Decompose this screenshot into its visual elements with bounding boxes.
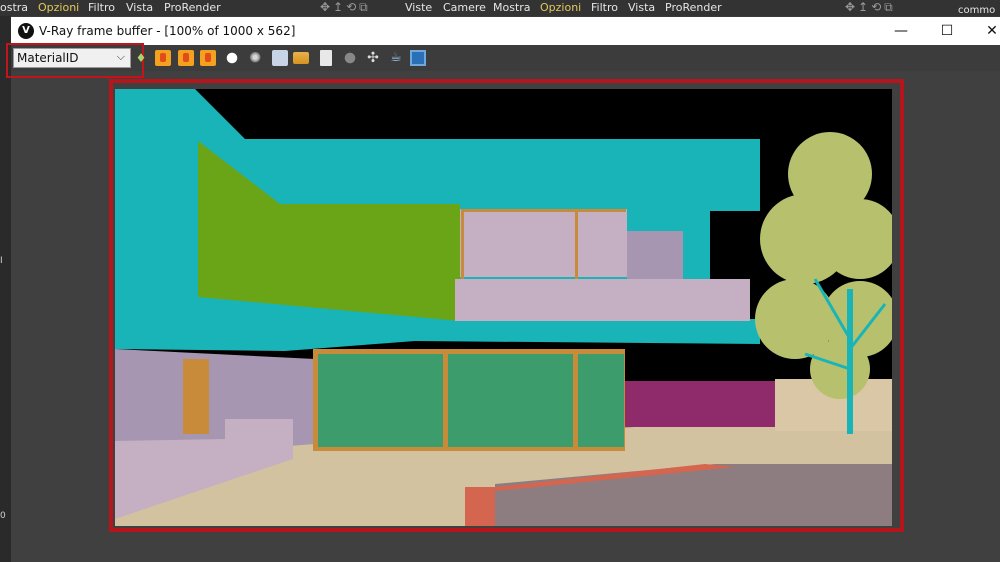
host-menubar: ostra Opzioni Filtro Vista ProRender ✥↥⟲…	[0, 0, 1000, 16]
viewport-nav-icons[interactable]: ✥↥⟲⧉	[320, 0, 371, 15]
render-channel-select[interactable]: MaterialID ⌵	[6, 43, 144, 78]
host-menu-item[interactable]: Opzioni	[540, 1, 581, 14]
host-left-panel: I 0	[0, 16, 11, 562]
host-menu-item[interactable]: Viste	[405, 1, 432, 14]
highlight-box-select	[6, 43, 144, 78]
materialid-render	[115, 89, 892, 526]
vray-logo-icon: V	[18, 23, 34, 39]
host-menu-item[interactable]: ProRender	[665, 1, 722, 14]
upper-frame	[461, 209, 626, 212]
upper-box-base	[455, 279, 750, 321]
glass-pane	[448, 354, 573, 447]
mono-icon[interactable]	[248, 50, 264, 66]
glass-pane	[578, 354, 624, 447]
display-icon[interactable]	[410, 50, 426, 66]
pan-icon[interactable]: ✣	[365, 50, 381, 66]
host-menu-item[interactable]: Vista	[126, 1, 153, 14]
host-menu-item[interactable]: ProRender	[164, 1, 221, 14]
door-frame	[183, 359, 209, 434]
host-menu-item[interactable]: Camere	[443, 1, 486, 14]
magenta-wall	[625, 381, 775, 427]
glass-pane	[318, 354, 443, 447]
minimize-button[interactable]: —	[886, 21, 916, 41]
clear-image-icon[interactable]	[320, 50, 332, 66]
upper-frame	[575, 211, 578, 279]
upper-frame	[461, 211, 464, 279]
maximize-button[interactable]: ☐	[932, 21, 962, 41]
load-image-icon[interactable]	[293, 52, 309, 64]
window-titlebar[interactable]: V V-Ray frame buffer - [100% of 1000 x 5…	[11, 17, 1000, 45]
teapot-render-icon[interactable]: ☕	[388, 50, 404, 66]
region-render-icon[interactable]	[342, 50, 358, 66]
blue-channel-icon[interactable]	[200, 50, 216, 66]
white-alpha-icon[interactable]	[224, 50, 240, 66]
host-menu-item[interactable]: Opzioni	[38, 1, 79, 14]
window-title: V-Ray frame buffer - [100% of 1000 x 562…	[39, 24, 296, 38]
upper-box	[460, 209, 627, 277]
host-menu-item[interactable]: Filtro	[88, 1, 115, 14]
left-strip-label: 0	[0, 511, 6, 521]
vfb-toolbar: MaterialID ⌵ ♦ ✣ ☕	[6, 43, 1000, 78]
green-channel-icon[interactable]	[178, 50, 194, 66]
close-button[interactable]: ✕	[977, 21, 1000, 41]
pin-icon[interactable]: ♦	[133, 50, 149, 66]
host-menu-item[interactable]: ostra	[0, 1, 28, 14]
host-menu-item[interactable]: Vista	[628, 1, 655, 14]
host-menu-item[interactable]: Mostra	[493, 1, 531, 14]
left-strip-label: I	[0, 256, 3, 266]
viewport-nav-icons-right[interactable]: ✥↥⟲⧉	[845, 0, 896, 15]
save-image-icon[interactable]	[272, 50, 288, 66]
pool-edge	[465, 487, 495, 526]
upper-box-side	[627, 231, 683, 279]
rendered-image[interactable]	[115, 89, 892, 526]
red-channel-icon[interactable]	[155, 50, 171, 66]
host-menu-item[interactable]: Filtro	[591, 1, 618, 14]
host-corner-text: commo	[958, 5, 996, 16]
